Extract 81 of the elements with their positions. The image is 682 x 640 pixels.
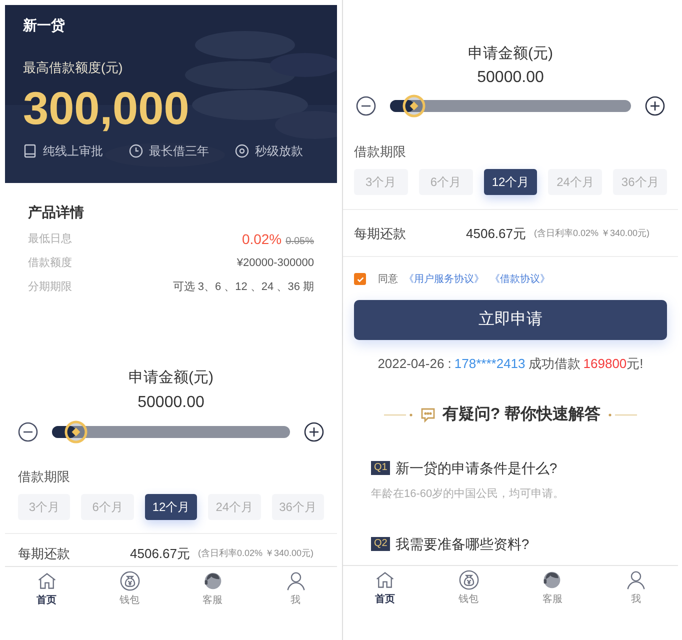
term-tab[interactable]: 3个月 <box>18 494 70 520</box>
tab-label[interactable]: 首页 <box>374 592 395 607</box>
tab-label[interactable]: 客服 <box>202 593 222 608</box>
person-icon[interactable] <box>286 571 306 591</box>
detail-label: 最低日息 <box>28 232 72 247</box>
term-tab[interactable]: 12个月 <box>144 494 198 520</box>
amount-value: 50000.00 <box>136 393 206 413</box>
minus-button[interactable] <box>18 422 38 442</box>
term-tab[interactable]: 6个月 <box>81 494 134 520</box>
ticker-text: 成功借款 <box>528 355 580 374</box>
tablet-icon <box>23 144 37 158</box>
term-tab[interactable]: 36个月 <box>272 494 324 520</box>
term-tab[interactable]: 36个月 <box>613 169 667 195</box>
tab-label[interactable]: 我 <box>631 592 642 607</box>
tab-label[interactable]: 钱包 <box>120 593 140 608</box>
plus-button[interactable] <box>645 96 665 116</box>
loan-amount: 169800 <box>583 355 627 374</box>
limit-label: 最高借款额度(元) <box>23 59 124 77</box>
money-bag-icon[interactable] <box>120 571 140 591</box>
repayment-note: (含日利率0.02% ￥340.00元) <box>198 547 314 560</box>
feature-label: 最长借三年 <box>149 143 209 160</box>
home-icon[interactable] <box>36 571 56 591</box>
section-label: 借款期限 <box>353 143 407 161</box>
detail-value: ¥20000-300000 <box>236 256 314 271</box>
minus-button[interactable] <box>356 96 376 116</box>
tab-label[interactable]: 客服 <box>542 592 562 607</box>
section-label: 借款期限 <box>17 468 71 486</box>
detail-value: 可选 3、6 、12 、24 、36 期 <box>172 280 314 295</box>
feature-label: 秒级放款 <box>255 143 303 160</box>
chat-bubble-icon <box>420 407 436 423</box>
agreement-link[interactable]: 《借款协议》 <box>490 272 550 286</box>
term-tab[interactable]: 24个月 <box>548 169 602 195</box>
faq-title: 有疑问? 帮你快速解答 <box>442 404 601 425</box>
home-icon[interactable] <box>374 570 395 590</box>
term-tab[interactable]: 12个月 <box>484 169 538 195</box>
tab-label[interactable]: 我 <box>290 593 300 608</box>
money-bag-icon[interactable] <box>458 570 479 590</box>
checkmark-icon <box>356 274 364 284</box>
slider-thumb[interactable] <box>64 420 88 444</box>
faq-question: 我需要准备哪些资料? <box>395 534 530 554</box>
term-tab[interactable]: 24个月 <box>208 494 261 520</box>
question-tag: Q2 <box>371 537 390 551</box>
decorative-line <box>606 413 637 417</box>
app-title: 新一贷 <box>23 16 66 35</box>
person-icon[interactable] <box>626 570 646 590</box>
decorative-line <box>384 413 414 417</box>
detail-value: 0.02% <box>242 230 282 248</box>
original-rate: 0.05% <box>286 234 314 248</box>
ticker-text: 元! <box>626 355 644 374</box>
clock-icon <box>129 144 143 158</box>
faq-answer: 年龄在16-60岁的中国公民，均可申请。 <box>370 487 566 502</box>
headset-person-icon[interactable] <box>202 571 222 591</box>
repayment-note: (含日利率0.02% ￥340.00元) <box>534 227 650 240</box>
ticker-date: 2022-04-26 : <box>378 355 452 374</box>
agreement-link[interactable]: 《用户服务协议》 <box>404 272 484 286</box>
tab-label[interactable]: 首页 <box>36 593 56 608</box>
repayment-label: 每期还款 <box>18 545 71 564</box>
target-icon <box>235 144 249 158</box>
detail-label: 借款额度 <box>28 256 72 271</box>
phone-number: 178****2413 <box>454 355 526 374</box>
amount-value: 50000.00 <box>476 68 545 88</box>
question-tag: Q1 <box>371 461 390 475</box>
plus-button[interactable] <box>304 422 324 442</box>
slider-thumb[interactable] <box>402 94 426 118</box>
detail-label: 分期期限 <box>28 280 72 295</box>
feature-label: 纯线上审批 <box>43 143 103 160</box>
agree-checkbox[interactable] <box>354 273 366 285</box>
headset-person-icon[interactable] <box>542 570 562 590</box>
agree-label: 同意 <box>378 272 398 286</box>
repayment-label: 每期还款 <box>354 225 407 244</box>
repayment-value: 4506.67元 <box>130 545 190 564</box>
term-tab[interactable]: 6个月 <box>418 169 473 195</box>
term-tab[interactable]: 3个月 <box>354 169 408 195</box>
limit-amount: 300,000 <box>23 84 190 132</box>
apply-button[interactable]: 立即申请 <box>354 300 667 340</box>
repayment-value: 4506.67元 <box>466 225 526 244</box>
faq-question: 新一贷的申请条件是什么? <box>395 458 558 478</box>
tab-label[interactable]: 钱包 <box>458 592 479 607</box>
section-title: 产品详情 <box>27 203 85 222</box>
amount-label: 申请金额(元) <box>467 44 554 64</box>
amount-label: 申请金额(元) <box>128 368 214 388</box>
